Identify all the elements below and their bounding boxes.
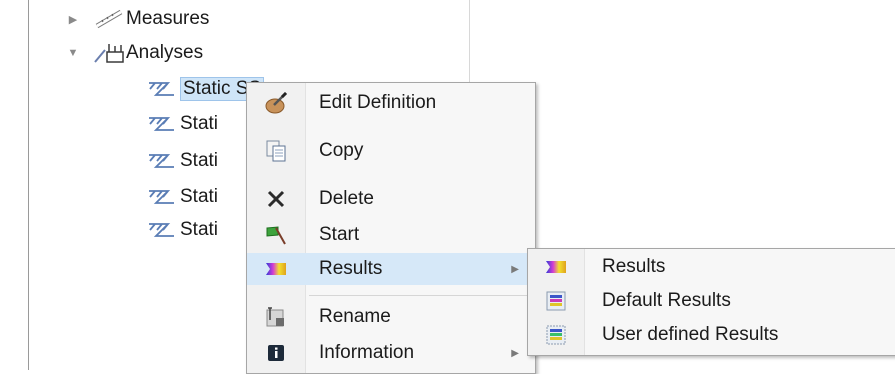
info-icon <box>247 343 305 363</box>
submenu-item-default-results[interactable]: Default Results <box>528 284 895 318</box>
measure-ruler-icon <box>92 8 126 30</box>
menu-item-rename[interactable]: Rename <box>247 301 535 333</box>
tree-node-label: Measures <box>126 8 210 29</box>
menu-item-label: User defined Results <box>602 324 779 345</box>
menu-item-results[interactable]: Results ▶ <box>247 253 535 285</box>
tree-node-analysis[interactable]: Stati <box>144 217 218 243</box>
context-menu: Edit Definition Copy Delete Start Result… <box>246 82 536 374</box>
tree-node-label: Stati <box>180 219 219 240</box>
submenu-item-user-defined-results[interactable]: User defined Results <box>528 318 895 352</box>
menu-item-label: Results <box>602 256 666 277</box>
menu-item-label: Rename <box>319 306 391 327</box>
static-analysis-icon <box>144 219 178 241</box>
tree-node-label: Stati <box>180 113 219 134</box>
results-icon <box>247 260 305 278</box>
tree-node-label: Stati <box>180 150 219 171</box>
results-icon <box>528 258 584 276</box>
menu-item-label: Edit Definition <box>319 92 437 113</box>
results-submenu: Results Default Results User defined Res… <box>527 248 895 356</box>
panel-divider <box>28 0 29 370</box>
tree-node-analysis[interactable]: Stati <box>144 148 218 174</box>
tree-node-analysis[interactable]: Stati <box>144 111 218 137</box>
static-analysis-icon <box>144 150 178 172</box>
delete-icon <box>247 188 305 210</box>
menu-item-label: Results <box>319 258 383 279</box>
analyses-icon <box>92 42 126 64</box>
menu-separator <box>309 295 531 296</box>
menu-item-edit-definition[interactable]: Edit Definition <box>247 87 535 119</box>
start-flag-icon <box>247 224 305 246</box>
default-results-icon <box>528 290 584 312</box>
static-analysis-icon <box>144 78 178 100</box>
tree-node-measures[interactable]: ▶ Measures <box>66 6 210 32</box>
menu-item-label: Default Results <box>602 290 731 311</box>
static-analysis-icon <box>144 186 178 208</box>
menu-item-start[interactable]: Start <box>247 219 535 251</box>
menu-item-label: Start <box>319 224 360 245</box>
tree-node-analysis[interactable]: Stati <box>144 184 218 210</box>
collapse-arrow-icon[interactable]: ▼ <box>66 46 80 60</box>
submenu-arrow-icon: ▶ <box>511 347 519 359</box>
menu-item-label: Copy <box>319 140 364 161</box>
menu-item-label: Information <box>319 342 415 363</box>
tree-node-label: Analyses <box>126 42 204 63</box>
copy-icon <box>247 139 305 163</box>
menu-item-delete[interactable]: Delete <box>247 183 535 215</box>
rename-icon <box>247 306 305 328</box>
tree-node-analyses[interactable]: ▼ Analyses <box>66 40 204 66</box>
static-analysis-icon <box>144 113 178 135</box>
edit-icon <box>247 91 305 115</box>
user-defined-results-icon <box>528 324 584 346</box>
menu-item-label: Delete <box>319 188 374 209</box>
expand-arrow-icon[interactable]: ▶ <box>66 12 80 26</box>
submenu-item-results[interactable]: Results <box>528 250 895 284</box>
menu-item-copy[interactable]: Copy <box>247 135 535 167</box>
submenu-arrow-icon: ▶ <box>511 263 519 275</box>
menu-item-information[interactable]: Information ▶ <box>247 337 535 369</box>
tree-node-label: Stati <box>180 186 219 207</box>
